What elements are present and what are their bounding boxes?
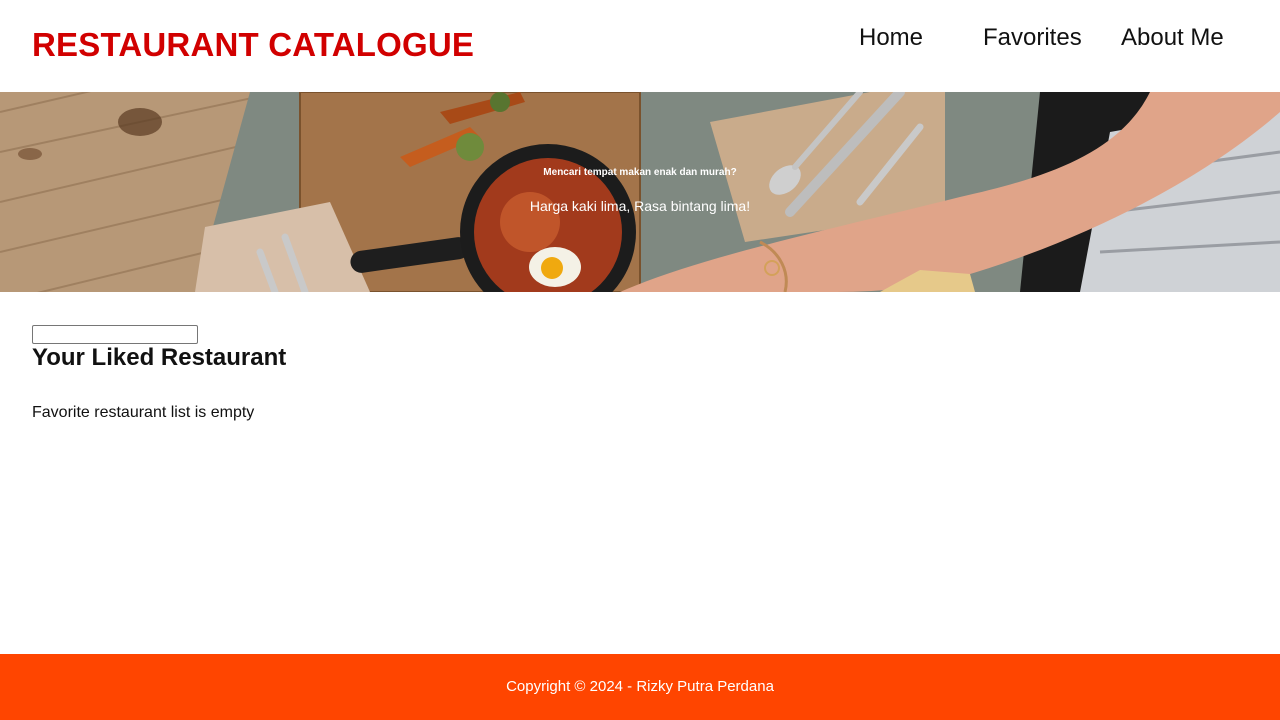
hero-banner: Mencari tempat makan enak dan murah? Har… [0, 92, 1280, 292]
hero-tagline: Harga kaki lima, Rasa bintang lima! [529, 198, 751, 214]
hero-subtitle: Mencari tempat makan enak dan murah? [543, 167, 737, 178]
nav-link-favorites[interactable]: Favorites [983, 20, 1093, 56]
app-bar: RESTAURANT CATALOGUE Home Favorites Abou… [0, 0, 1280, 92]
page-title: Your Liked Restaurant [32, 344, 287, 371]
nav-link-about-me[interactable]: About Me [1121, 20, 1241, 56]
main-content: Your Liked Restaurant Favorite restauran… [32, 325, 1248, 423]
footer-copyright: Copyright © 2024 - Rizky Putra Perdana [506, 678, 774, 695]
nav-link-home[interactable]: Home [859, 20, 949, 56]
search-input[interactable] [32, 325, 198, 344]
footer: Copyright © 2024 - Rizky Putra Perdana [0, 654, 1280, 720]
brand-title: RESTAURANT CATALOGUE [32, 26, 475, 63]
empty-state-message: Favorite restaurant list is empty [32, 404, 255, 421]
hero-text: Mencari tempat makan enak dan murah? Har… [0, 92, 1280, 292]
